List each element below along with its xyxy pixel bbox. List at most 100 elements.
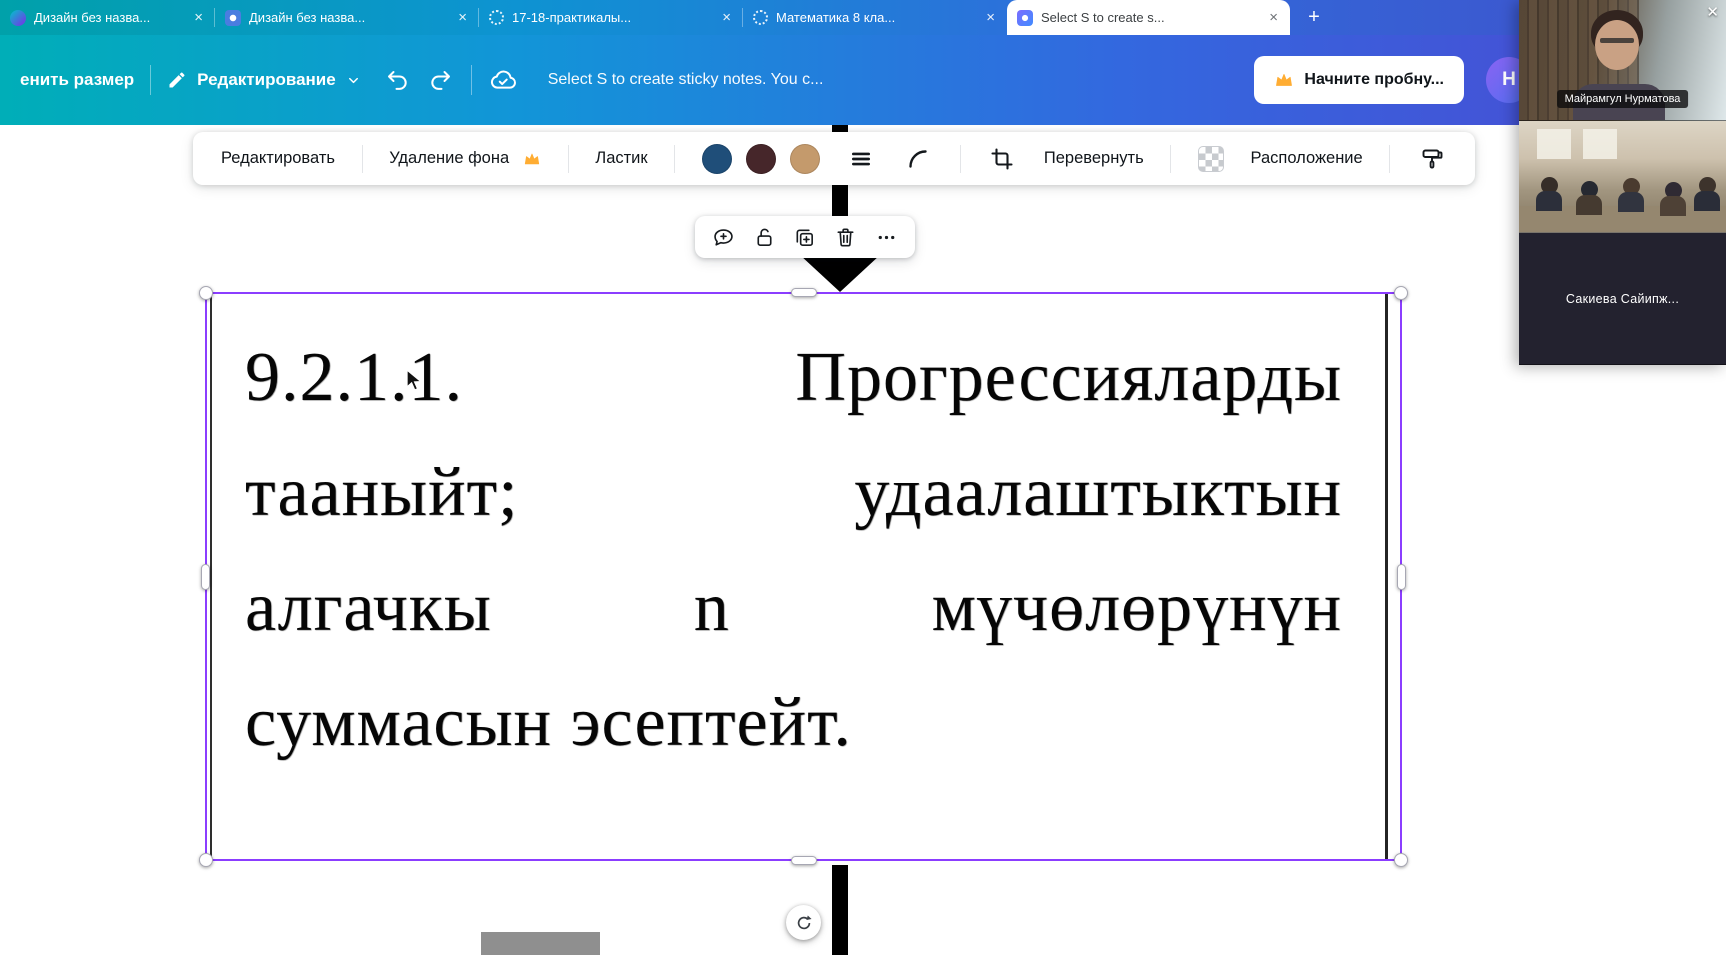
person-head — [1595, 20, 1639, 70]
editing-menu-button[interactable]: Редактирование — [151, 70, 377, 90]
image-edit-toolbar: Редактировать Удаление фона Ластик — [193, 132, 1475, 185]
curve-icon[interactable] — [903, 144, 933, 174]
text-line: тааныйт; удаалаштыктын — [245, 435, 1342, 550]
transparency-icon[interactable] — [1198, 146, 1224, 172]
flip-button[interactable]: Перевернуть — [1044, 149, 1144, 168]
chevron-down-icon — [346, 73, 361, 88]
start-trial-button[interactable]: Начните пробну... — [1254, 56, 1464, 104]
tab-title: Математика 8 кла... — [776, 10, 976, 25]
tab-close-icon[interactable]: × — [192, 10, 205, 25]
copy-style-roller-icon[interactable] — [1417, 144, 1447, 174]
add-comment-icon[interactable] — [708, 222, 738, 252]
canva-favicon — [10, 10, 26, 26]
participant-name: Сакиева Сайипж... — [1566, 292, 1679, 306]
window-light — [1583, 129, 1617, 159]
resize-button-label: енить размер — [20, 70, 134, 90]
remove-background-label: Удаление фона — [389, 149, 509, 168]
start-trial-label: Начните пробну... — [1304, 71, 1444, 89]
partial-canvas-shape[interactable] — [481, 932, 600, 955]
resize-handle-bottom[interactable] — [791, 856, 817, 865]
crown-icon — [523, 150, 541, 168]
eraser-button[interactable]: Ластик — [595, 149, 647, 168]
resize-handle-top[interactable] — [791, 288, 817, 297]
new-tab-button[interactable]: + — [1300, 4, 1328, 32]
toolbar-divider — [674, 145, 675, 173]
browser-tab-active[interactable]: Select S to create s... × — [1007, 0, 1290, 35]
mouse-cursor — [405, 369, 427, 393]
text-word: 9.2.1.1. — [245, 338, 463, 418]
tab-close-icon[interactable]: × — [720, 10, 733, 25]
canvas-workspace[interactable]: Редактировать Удаление фона Ластик — [0, 125, 1726, 955]
remove-background-button[interactable]: Удаление фона — [389, 149, 541, 168]
flowchart-arrow-shaft-bottom[interactable] — [832, 865, 848, 955]
canva-favicon — [225, 10, 241, 26]
participant-video-2[interactable] — [1519, 121, 1726, 233]
close-icon[interactable]: ✕ — [1706, 5, 1719, 20]
window-light — [1537, 129, 1571, 159]
loading-spinner-icon — [489, 10, 504, 25]
edit-image-button[interactable]: Редактировать — [221, 149, 335, 168]
toolbar-divider — [362, 145, 363, 173]
flowchart-arrow-head[interactable] — [800, 255, 880, 292]
selected-image-element[interactable]: 9.2.1.1. Прогрессияларды тааныйт; удаала… — [205, 292, 1402, 861]
resize-handle-top-left[interactable] — [199, 286, 213, 300]
pencil-icon — [167, 70, 187, 90]
spacing-lines-icon[interactable] — [846, 144, 876, 174]
tab-close-icon[interactable]: × — [456, 10, 469, 25]
redo-button[interactable] — [419, 59, 461, 101]
color-swatch-tan[interactable] — [790, 144, 820, 174]
tab-close-icon[interactable]: × — [1267, 10, 1280, 25]
person-glasses — [1600, 38, 1634, 43]
color-swatch-navy[interactable] — [702, 144, 732, 174]
resize-handle-left[interactable] — [201, 564, 210, 590]
crown-icon — [1274, 70, 1294, 90]
student-body — [1576, 195, 1602, 215]
browser-tab-4[interactable]: Математика 8 кла... × — [743, 0, 1007, 35]
undo-button[interactable] — [377, 59, 419, 101]
avatar-initial: H — [1502, 69, 1516, 91]
screen: Дизайн без назва... × Дизайн без назва..… — [0, 0, 1726, 955]
participant-video-3[interactable]: Сакиева Сайипж... — [1519, 233, 1726, 365]
resize-button[interactable]: енить размер — [4, 70, 150, 90]
crop-icon[interactable] — [987, 144, 1017, 174]
resize-handle-bottom-left[interactable] — [199, 853, 213, 867]
duplicate-icon[interactable] — [790, 222, 820, 252]
tab-title: Дизайн без назва... — [34, 10, 184, 25]
canva-favicon — [1017, 10, 1033, 26]
text-word: n — [694, 568, 730, 648]
delete-trash-icon[interactable] — [831, 222, 861, 252]
toolbar-divider — [568, 145, 569, 173]
loading-spinner-icon — [753, 10, 768, 25]
toolbar-divider — [960, 145, 961, 173]
text-word: тааныйт; — [245, 453, 519, 533]
text-word: удаалаштыктын — [854, 453, 1342, 533]
toolbar-divider — [1389, 145, 1390, 173]
lock-icon[interactable] — [749, 222, 779, 252]
participant-name-badge: Майрамгул Нурматова — [1557, 90, 1689, 108]
rotate-handle[interactable] — [786, 905, 821, 940]
browser-tab-bar: Дизайн без назва... × Дизайн без назва..… — [0, 0, 1726, 35]
resize-handle-right[interactable] — [1397, 564, 1406, 590]
text-word: мүчөлөрүнүн — [932, 568, 1342, 648]
text-word: Прогрессияларды — [795, 338, 1342, 418]
arrange-button[interactable]: Расположение — [1251, 149, 1363, 168]
browser-tab-3[interactable]: 17-18-практикалы... × — [479, 0, 743, 35]
header-divider — [471, 65, 472, 95]
student-body — [1660, 196, 1686, 216]
color-swatch-maroon[interactable] — [746, 144, 776, 174]
video-meeting-panel[interactable]: ✕ Майрамгул Нурматова Сакиева Сайипж. — [1519, 0, 1726, 365]
resize-handle-bottom-right[interactable] — [1394, 853, 1408, 867]
editing-menu-label: Редактирование — [197, 70, 336, 90]
color-swatches — [702, 144, 820, 174]
resize-handle-top-right[interactable] — [1394, 286, 1408, 300]
participant-video-1[interactable]: Майрамгул Нурматова — [1519, 0, 1726, 121]
tab-close-icon[interactable]: × — [984, 10, 997, 25]
text-word: алгачкы — [245, 568, 492, 648]
browser-tab-2[interactable]: Дизайн без назва... × — [215, 0, 479, 35]
browser-tab-1[interactable]: Дизайн без назва... × — [0, 0, 215, 35]
text-line: алгачкы n мүчөлөрүнүн — [245, 550, 1342, 665]
tab-title: 17-18-практикалы... — [512, 10, 712, 25]
tab-title: Дизайн без назва... — [249, 10, 448, 25]
sticky-notes-hint: Select S to create sticky notes. You c..… — [548, 71, 824, 89]
more-options-icon[interactable] — [872, 222, 902, 252]
